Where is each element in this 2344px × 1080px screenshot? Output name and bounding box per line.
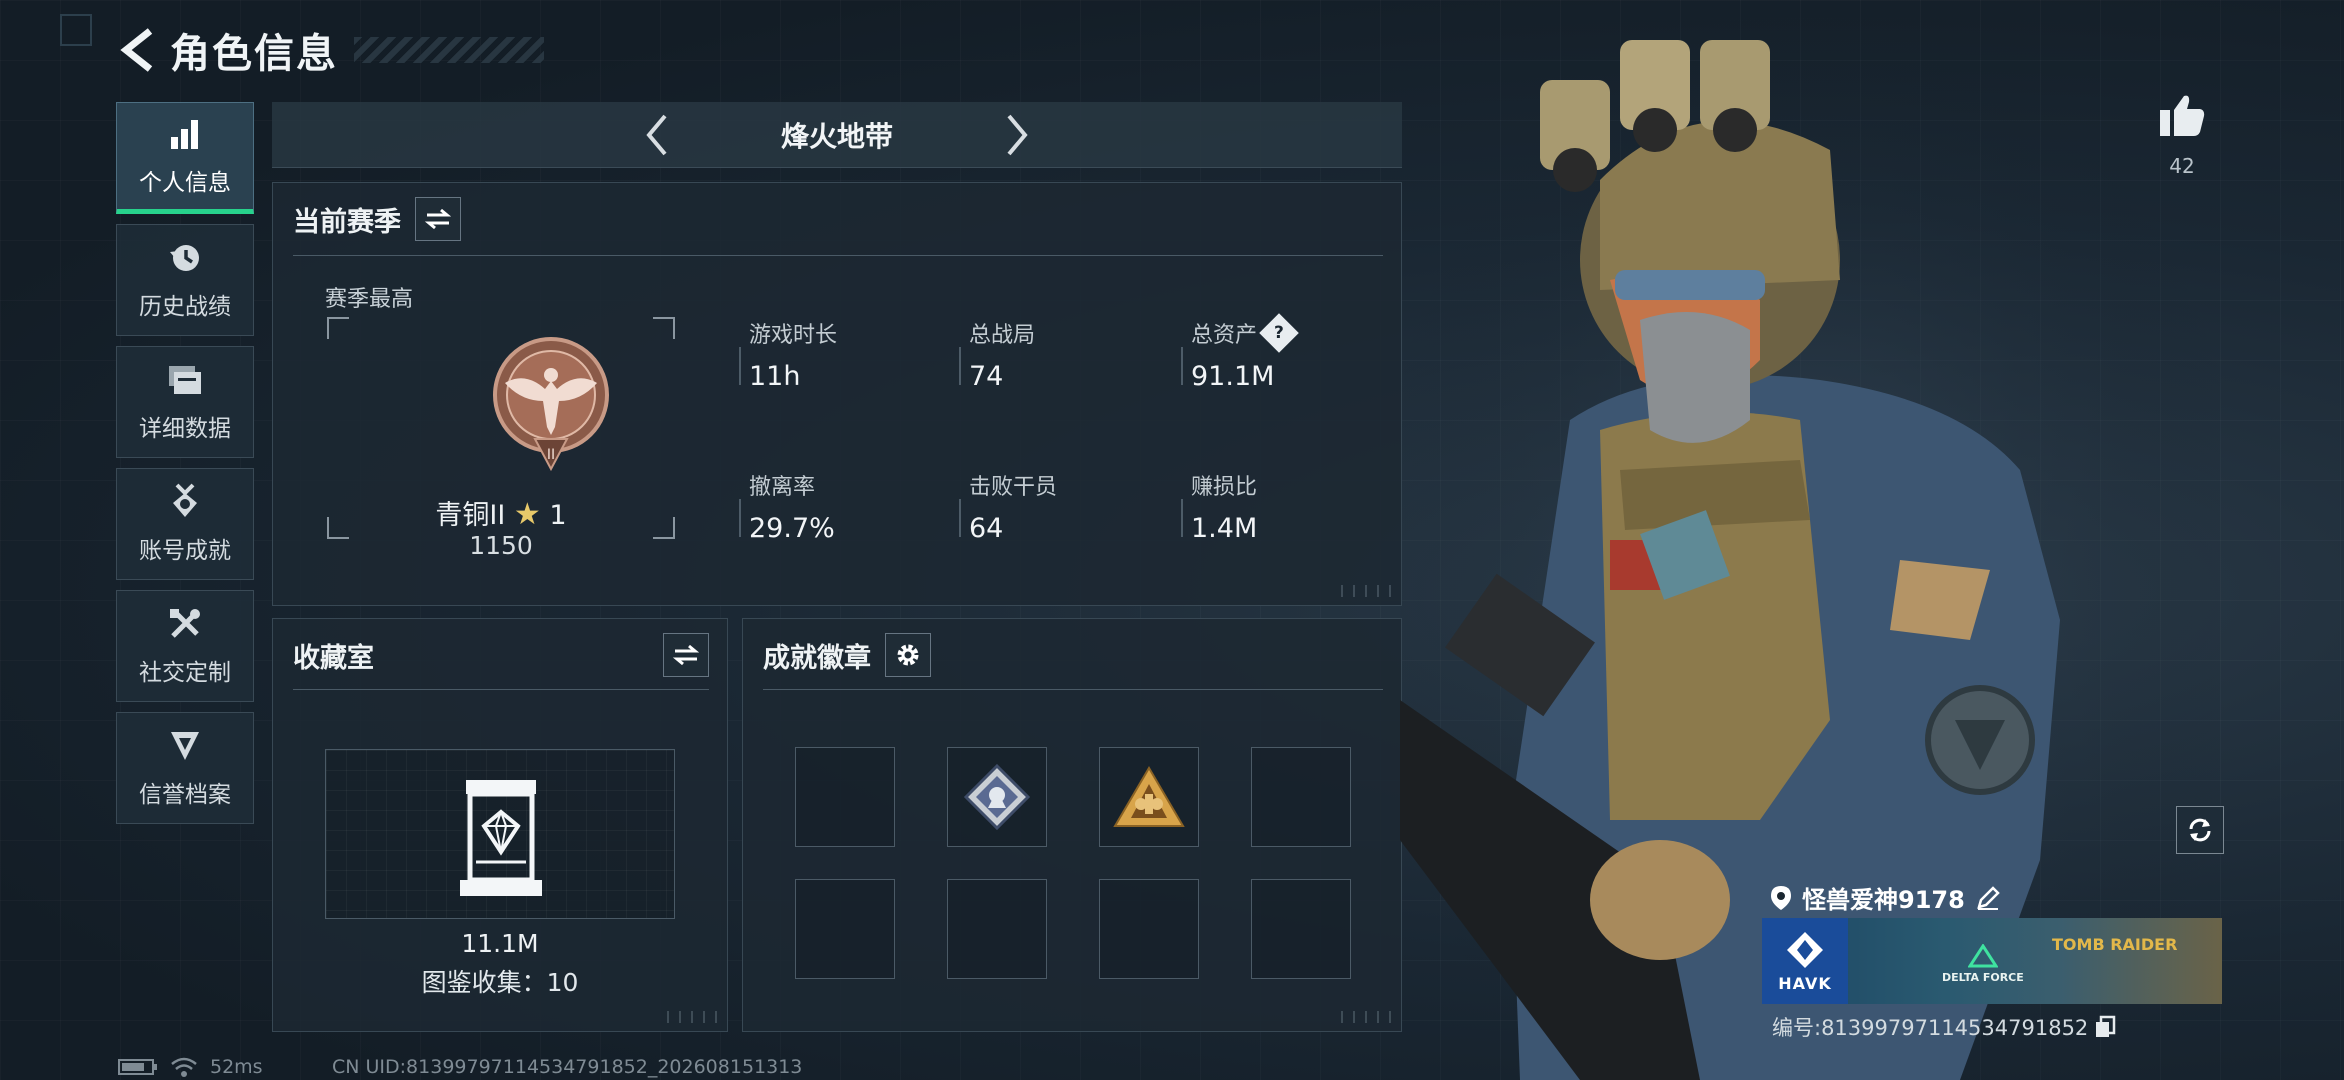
sidebar-item-label: 详细数据 bbox=[139, 416, 231, 442]
sidebar-item-label: 信誉档案 bbox=[139, 782, 231, 808]
hawk-logo: HAVK bbox=[1762, 918, 1848, 1004]
sidebar-item-label: 账号成就 bbox=[139, 538, 231, 564]
achievement-badges-panel: 成就徽章 bbox=[742, 618, 1402, 1032]
delta-triangle-icon bbox=[1967, 943, 1999, 968]
mode-label: 烽火地带 bbox=[780, 119, 893, 153]
history-clock-icon bbox=[166, 239, 204, 277]
battery-icon bbox=[118, 1059, 157, 1075]
blue-badge-icon bbox=[963, 763, 1031, 831]
svg-text:II: II bbox=[547, 447, 555, 463]
badge-slot-empty[interactable] bbox=[795, 879, 895, 979]
sidebar: 个人信息 历史战绩 详细数据 账号成就 社交定制 信誉档案 bbox=[116, 102, 254, 834]
sidebar-item-achievements[interactable]: 账号成就 bbox=[116, 468, 254, 580]
player-id: 编号:8139979711453479185​2 bbox=[1772, 1012, 2116, 1042]
sidebar-item-reputation[interactable]: 信誉档案 bbox=[116, 712, 254, 824]
badge-slot-empty[interactable] bbox=[1099, 879, 1199, 979]
stat-operators-defeated: 击败干员 64 bbox=[959, 469, 1159, 544]
sidebar-item-label: 社交定制 bbox=[139, 660, 231, 686]
player-name: 怪兽爱神9178 bbox=[1802, 886, 1965, 914]
title-decoration bbox=[354, 37, 544, 63]
star-icon: ★ bbox=[513, 497, 541, 532]
page-header: 角色信息 bbox=[118, 22, 544, 78]
bronze-rank-badge-icon: II bbox=[485, 331, 617, 475]
gold-badge-icon bbox=[1113, 766, 1185, 827]
sidebar-item-history[interactable]: 历史战绩 bbox=[116, 224, 254, 336]
shield-emblem-icon bbox=[166, 727, 204, 765]
collection-display[interactable] bbox=[325, 749, 675, 919]
edit-pencil-icon[interactable] bbox=[1975, 885, 2001, 911]
status-bar: 52ms bbox=[118, 1056, 263, 1078]
collection-value: 11.1M bbox=[461, 929, 539, 958]
badge-slot-empty[interactable] bbox=[947, 879, 1047, 979]
display-case-icon bbox=[456, 776, 546, 900]
folder-icon bbox=[166, 361, 204, 399]
like-button[interactable]: 42 bbox=[2150, 92, 2214, 178]
uid-text: CN UID:81399797114534791852_202608151313 bbox=[332, 1056, 803, 1078]
sidebar-item-details[interactable]: 详细数据 bbox=[116, 346, 254, 458]
rank-frame: II 青铜II ★ 1 1150 bbox=[327, 317, 675, 560]
corner-decoration bbox=[60, 14, 92, 46]
delta-force-logo: DELTA FORCE bbox=[1942, 943, 2024, 984]
wifi-icon bbox=[171, 1057, 197, 1077]
badge-slot-empty[interactable] bbox=[1251, 879, 1351, 979]
player-banner[interactable]: HAVK DELTA FORCE TOMB RAIDER bbox=[1762, 918, 2222, 1004]
player-name-row: 怪兽爱神9178 bbox=[1770, 880, 2001, 915]
badges-title: 成就徽章 bbox=[763, 642, 871, 674]
stat-total-assets: 总资产 ? 91.1M bbox=[1181, 313, 1381, 392]
collection-title: 收藏室 bbox=[293, 642, 374, 674]
current-season-panel: 当前赛季 赛季最高 II 青铜II ★ 1 1150 游戏时长 11h 总战局 … bbox=[272, 182, 1402, 606]
next-mode-button[interactable] bbox=[987, 105, 1047, 165]
help-icon[interactable]: ? bbox=[1259, 313, 1299, 353]
stat-extraction-rate: 撤离率 29.7% bbox=[739, 469, 939, 544]
season-title: 当前赛季 bbox=[293, 206, 401, 238]
tools-icon bbox=[166, 605, 204, 643]
rotate-model-button[interactable] bbox=[2176, 806, 2224, 854]
medal-icon bbox=[166, 483, 204, 521]
divider bbox=[293, 255, 1383, 256]
copy-icon[interactable] bbox=[2094, 1015, 2116, 1039]
like-count: 42 bbox=[2169, 154, 2195, 178]
sidebar-item-profile[interactable]: 个人信息 bbox=[116, 102, 254, 214]
ping-value: 52ms bbox=[210, 1056, 263, 1078]
badge-settings-button[interactable] bbox=[885, 633, 931, 677]
refresh-icon bbox=[2189, 818, 2211, 842]
prev-mode-button[interactable] bbox=[627, 105, 687, 165]
switch-season-button[interactable] bbox=[415, 197, 461, 241]
sidebar-item-label: 历史战绩 bbox=[139, 294, 231, 320]
rank-name: 青铜II ★ 1 bbox=[435, 497, 567, 532]
badge-slot-empty[interactable] bbox=[1251, 747, 1351, 847]
thumbs-up-icon bbox=[2160, 95, 2205, 136]
location-pin-icon bbox=[1771, 885, 1791, 910]
badge-slot[interactable] bbox=[947, 747, 1047, 847]
badge-slot-empty[interactable] bbox=[795, 747, 895, 847]
hawk-emblem-icon bbox=[1787, 931, 1823, 968]
sidebar-item-social[interactable]: 社交定制 bbox=[116, 590, 254, 702]
bar-chart-icon bbox=[166, 115, 204, 153]
stat-playtime: 游戏时长 11h bbox=[739, 317, 939, 392]
tomb-raider-logo: TOMB RAIDER bbox=[2052, 935, 2178, 954]
switch-collection-button[interactable] bbox=[663, 633, 709, 677]
collection-panel: 收藏室 11.1M 图鉴收集：10 bbox=[272, 618, 728, 1032]
back-arrow-icon[interactable] bbox=[118, 25, 158, 75]
stat-profit-ratio: 赚损比 1.4M bbox=[1181, 469, 1381, 544]
rank-score: 1150 bbox=[469, 531, 533, 560]
badge-slot[interactable] bbox=[1099, 747, 1199, 847]
season-subtitle: 赛季最高 bbox=[325, 287, 414, 312]
mode-selector: 烽火地带 bbox=[272, 102, 1402, 168]
collection-count: 图鉴收集：10 bbox=[421, 968, 579, 997]
sidebar-item-label: 个人信息 bbox=[139, 170, 231, 196]
page-title: 角色信息 bbox=[170, 31, 338, 77]
stat-total-matches: 总战局 74 bbox=[959, 317, 1159, 392]
